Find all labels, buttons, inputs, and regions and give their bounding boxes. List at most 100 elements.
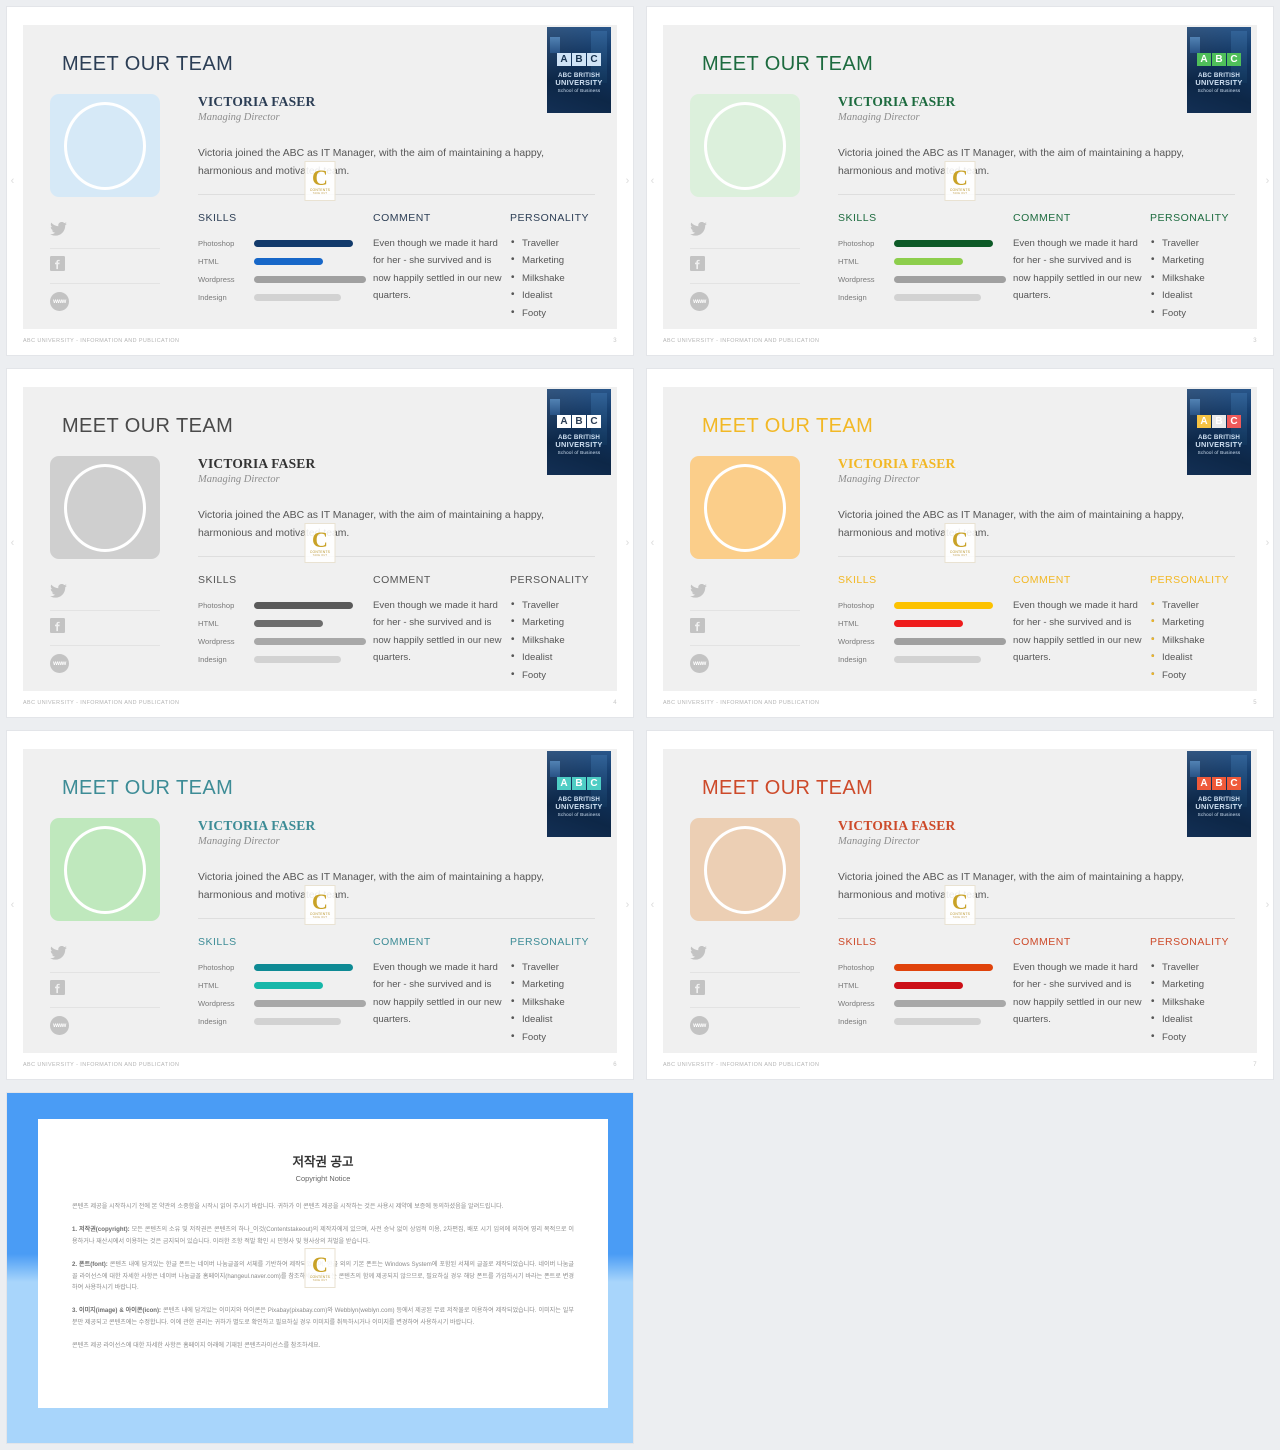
social-website[interactable]: www: [690, 1008, 800, 1043]
personality-item: •Footy: [1150, 666, 1235, 685]
slide-footer: ABC UNIVERSITY - INFORMATION AND PUBLICA…: [663, 695, 1257, 711]
person-name: VICTORIA FASER: [198, 818, 316, 833]
skill-row: HTML: [838, 977, 1013, 995]
next-slide-arrow[interactable]: ›: [623, 173, 632, 189]
profile-body: VICTORIA FASER Managing Director Victoria …: [198, 818, 595, 1046]
person-name: VICTORIA FASER: [198, 456, 316, 471]
social-website[interactable]: www: [690, 646, 800, 681]
personality-item: •Traveller: [1150, 596, 1235, 615]
social-twitter[interactable]: [690, 214, 800, 249]
personality-item: •Idealist: [1150, 1010, 1235, 1029]
skills-column: SKILLS Photoshop HTML Wordpress Indesign: [838, 936, 1013, 1046]
skill-bar: [254, 982, 324, 990]
team-slide[interactable]: MEET OUR TEAM www VICTORIA FASER Managing D…: [6, 730, 634, 1080]
avatar: [50, 818, 160, 921]
skill-row: HTML: [198, 615, 373, 633]
detail-columns: SKILLS Photoshop HTML Wordpress Indesign COMM…: [198, 212, 595, 322]
profile-body: VICTORIA FASER Managing Director Victoria …: [838, 818, 1235, 1046]
social-facebook[interactable]: [690, 249, 800, 284]
logo-line-2: UNIVERSITY: [1195, 802, 1243, 812]
prev-slide-arrow[interactable]: ‹: [648, 173, 657, 189]
logo-letter-c: C: [1227, 53, 1241, 66]
skill-bar: [254, 620, 324, 628]
skill-label: Indesign: [198, 293, 227, 303]
social-website[interactable]: www: [50, 284, 160, 319]
skills-heading: SKILLS: [838, 573, 877, 586]
slide-footer: ABC UNIVERSITY - INFORMATION AND PUBLICA…: [23, 333, 617, 349]
person-role: Managing Director: [838, 474, 920, 485]
skill-bar: [254, 656, 342, 664]
page-title: MEET OUR TEAM: [62, 777, 234, 799]
next-slide-arrow[interactable]: ›: [623, 535, 632, 551]
team-slide[interactable]: MEET OUR TEAM www VICTORIA FASER Managing D…: [646, 368, 1274, 718]
social-links: www: [50, 938, 160, 1043]
contents-watermark: C CONTENTS TAKE OUT: [304, 161, 336, 201]
next-slide-arrow[interactable]: ›: [623, 897, 632, 913]
personality-item: •Footy: [1150, 304, 1235, 323]
team-slide[interactable]: MEET OUR TEAM www VICTORIA FASER Managing D…: [6, 368, 634, 718]
personality-column: PERSONALITY •Traveller•Marketing•Milkshak…: [1150, 936, 1235, 1046]
logo-line-3: School of Business: [557, 449, 601, 455]
skills-column: SKILLS Photoshop HTML Wordpress Indesign: [838, 574, 1013, 684]
team-slide[interactable]: MEET OUR TEAM www VICTORIA FASER Managing D…: [6, 6, 634, 356]
social-twitter[interactable]: [50, 214, 160, 249]
team-slide[interactable]: MEET OUR TEAM www VICTORIA FASER Managing D…: [646, 6, 1274, 356]
team-slide[interactable]: MEET OUR TEAM www VICTORIA FASER Managing D…: [646, 730, 1274, 1080]
prev-slide-arrow[interactable]: ‹: [8, 173, 17, 189]
social-facebook[interactable]: [50, 973, 160, 1008]
person-bio: Victoria joined the ABC as IT Manager, w…: [838, 869, 1235, 919]
skill-bar: [894, 258, 964, 266]
university-logo: A B C ABC BRITISH UNIVERSITY School of Busine…: [547, 389, 611, 475]
next-slide-arrow[interactable]: ›: [1263, 173, 1272, 189]
social-facebook[interactable]: [50, 249, 160, 284]
prev-slide-arrow[interactable]: ‹: [648, 535, 657, 551]
social-facebook[interactable]: [690, 973, 800, 1008]
person-name: VICTORIA FASER: [838, 818, 956, 833]
logo-letter-c: C: [587, 777, 601, 790]
social-website[interactable]: www: [50, 646, 160, 681]
social-links: www: [50, 214, 160, 319]
skills-heading: SKILLS: [198, 211, 237, 224]
skill-row: HTML: [838, 253, 1013, 271]
social-website[interactable]: www: [50, 1008, 160, 1043]
twitter-icon: [690, 583, 707, 603]
page-title: MEET OUR TEAM: [62, 53, 234, 75]
logo-line-3: School of Business: [1197, 449, 1241, 455]
social-twitter[interactable]: [690, 938, 800, 973]
social-facebook[interactable]: [690, 611, 800, 646]
social-facebook[interactable]: [50, 611, 160, 646]
personality-item: •Marketing: [1150, 251, 1235, 270]
personality-item: •Marketing: [510, 975, 595, 994]
next-slide-arrow[interactable]: ›: [1263, 535, 1272, 551]
personality-heading: PERSONALITY: [1150, 211, 1230, 224]
personality-item: •Milkshake: [510, 269, 595, 288]
logo-abc-letters: ABC: [547, 415, 611, 428]
prev-slide-arrow[interactable]: ‹: [8, 897, 17, 913]
person-bio: Victoria joined the ABC as IT Manager, w…: [838, 145, 1235, 195]
social-twitter[interactable]: [690, 576, 800, 611]
personality-list: •Traveller•Marketing•Milkshake•Idealist•…: [510, 234, 595, 322]
next-slide-arrow[interactable]: ›: [1263, 897, 1272, 913]
skill-bar: [894, 1000, 1006, 1008]
watermark-line-2: TAKE OUT: [312, 916, 328, 919]
comment-text: Even though we made it hard for her - sh…: [1013, 961, 1142, 1026]
contents-watermark: C CONTENTS TAKE OUT: [944, 885, 976, 925]
skill-bar: [894, 964, 993, 972]
prev-slide-arrow[interactable]: ‹: [648, 897, 657, 913]
avatar: [50, 94, 160, 197]
social-twitter[interactable]: [50, 938, 160, 973]
contents-watermark: C CONTENTS TAKE OUT: [944, 523, 976, 563]
social-website[interactable]: www: [690, 284, 800, 319]
skill-label: Indesign: [198, 655, 227, 665]
logo-letter-c: C: [1227, 777, 1241, 790]
watermark-letter: C: [952, 527, 968, 552]
watermark-letter: C: [952, 889, 968, 914]
comment-text: Even though we made it hard for her - sh…: [1013, 599, 1142, 664]
slide-deck-grid: MEET OUR TEAM www VICTORIA FASER Managing D…: [0, 0, 1280, 1450]
logo-letter-b: B: [1212, 777, 1226, 790]
skills-column: SKILLS Photoshop HTML Wordpress Indesign: [838, 212, 1013, 322]
skill-bar: [894, 620, 964, 628]
copyright-slide[interactable]: 저작권 공고 Copyright Notice 콘텐츠 제공을 시작하시기 전에 본…: [6, 1092, 634, 1444]
prev-slide-arrow[interactable]: ‹: [8, 535, 17, 551]
social-twitter[interactable]: [50, 576, 160, 611]
